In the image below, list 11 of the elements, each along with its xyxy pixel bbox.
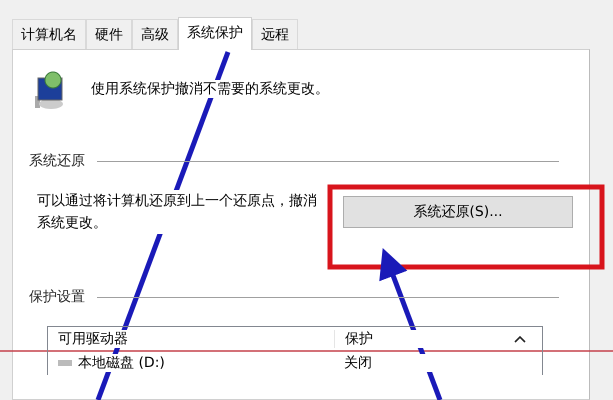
group-heading: 系统还原 [29,152,85,170]
tab[interactable]: 高级 [132,19,178,49]
tab[interactable]: 远程 [252,19,298,49]
system-restore-button[interactable]: 系统还原(S)... [343,196,573,228]
table-cell: 本地磁盘 (D:) [78,354,165,372]
drive-icon [58,359,72,367]
scroll-up-icon[interactable] [514,335,526,343]
tab[interactable]: 系统保护 [178,17,252,50]
group-heading: 保护设置 [29,288,85,306]
tab[interactable]: 硬件 [86,19,132,49]
tab[interactable]: 计算机名 [12,19,86,49]
